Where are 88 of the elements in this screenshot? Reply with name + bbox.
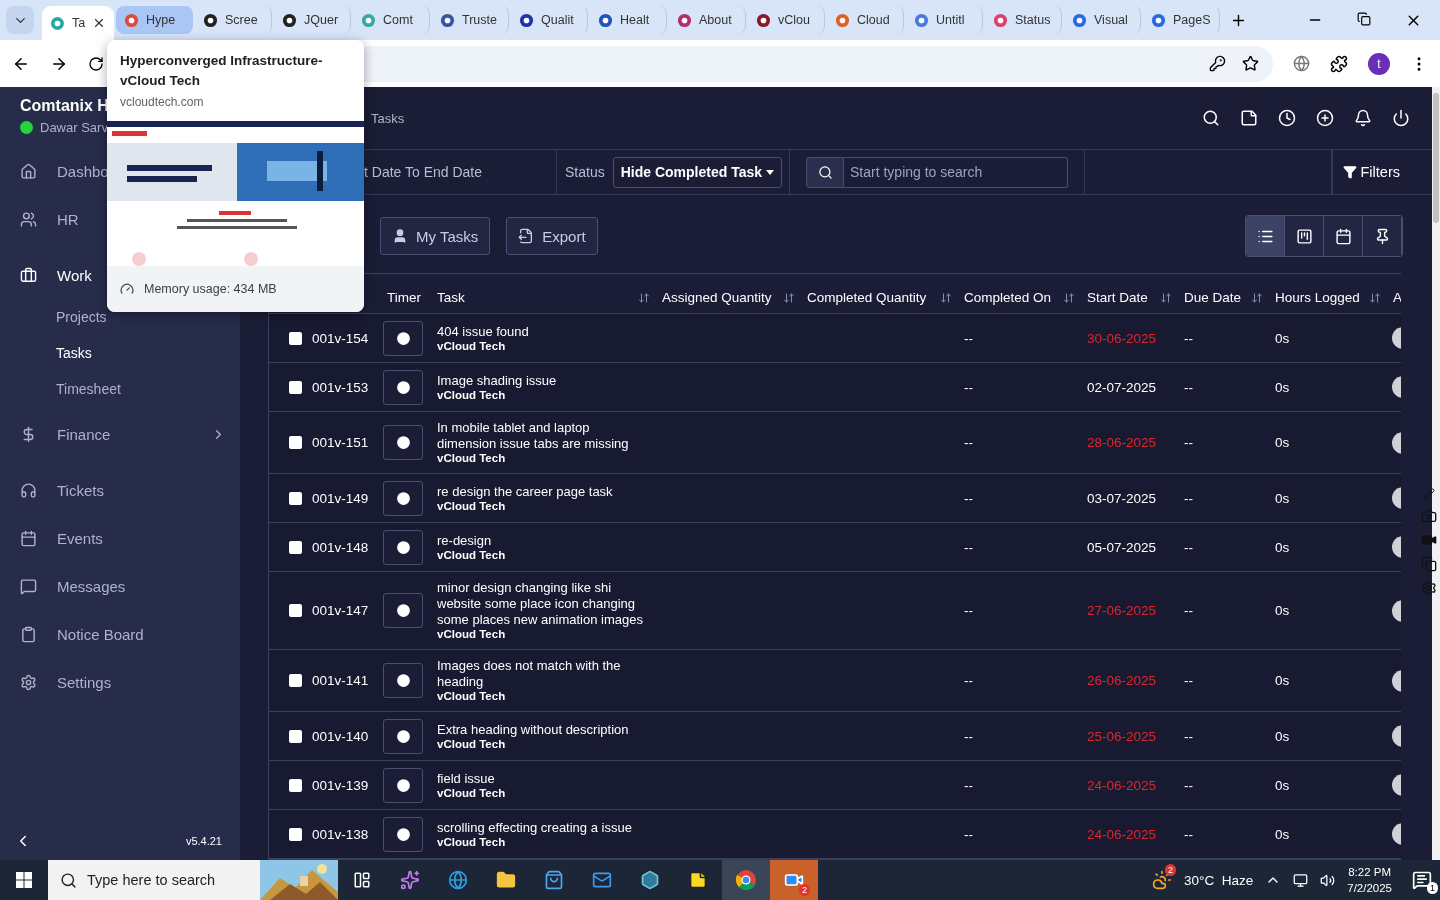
completed-on: -- (963, 379, 974, 395)
clock-date: 7/2/2025 (1347, 881, 1392, 896)
completed-on: -- (963, 539, 974, 555)
due-date: -- (1183, 728, 1194, 744)
start-date: 30-06-2025 (1086, 330, 1158, 346)
client-name: vCloud Tech (437, 690, 507, 703)
completed-on: -- (963, 728, 974, 744)
preview-title: Hyperconverged Infrastructure-vCloud Tech (119, 52, 324, 90)
tab-title: About (699, 13, 733, 27)
start-date: 03-07-2025 (1086, 490, 1158, 506)
due-date: -- (1183, 673, 1194, 688)
due-date: -- (1183, 539, 1194, 555)
hours-logged: 0s (1274, 330, 1291, 346)
due-date: -- (1183, 490, 1194, 506)
client-name: vCloud Tech (437, 339, 507, 353)
badge: 2 (799, 884, 810, 896)
hours-logged: 0s (1274, 539, 1291, 555)
completed-on: -- (963, 777, 974, 793)
client-name: vCloud Tech (437, 548, 507, 562)
task-id: 001v-154 (311, 330, 370, 346)
hours-logged: 0s (1274, 777, 1291, 793)
tab-title: JQuer (304, 13, 340, 27)
breadcrumb: Tasks (371, 110, 405, 126)
tab-title: Cloud (857, 13, 891, 27)
task-id: 001v-139 (311, 777, 370, 793)
task-id: 001v-151 (311, 435, 370, 450)
hours-logged: 0s (1274, 435, 1291, 450)
completed-on: -- (963, 330, 974, 346)
task-id: 001v-153 (311, 379, 370, 395)
hours-logged: 0s (1274, 673, 1291, 688)
start-date: 26-06-2025 (1086, 673, 1158, 688)
due-date: -- (1183, 603, 1194, 618)
status-label: Status (565, 164, 605, 180)
start-date: 25-06-2025 (1086, 728, 1158, 744)
start-date: 02-07-2025 (1086, 379, 1158, 395)
start-date: 24-06-2025 (1086, 826, 1158, 842)
hours-logged: 0s (1274, 826, 1291, 842)
tab-title: Visual (1094, 13, 1129, 27)
start-date: 27-06-2025 (1086, 603, 1158, 618)
client-name: vCloud Tech (437, 499, 507, 513)
tab-title: Hype (146, 13, 177, 27)
due-date: -- (1183, 777, 1194, 793)
tab-title: Scree (225, 13, 259, 27)
start-date: 28-06-2025 (1086, 435, 1158, 450)
start-date: 05-07-2025 (1086, 539, 1158, 555)
memory-usage: Memory usage: 434 MB (144, 282, 277, 296)
tab-title: Comt (383, 13, 414, 27)
tab-title: Healt (620, 13, 651, 27)
client-name: vCloud Tech (437, 786, 507, 800)
completed-on: -- (963, 490, 974, 506)
version-label: v5.4.21 (185, 835, 222, 847)
hours-logged: 0s (1274, 490, 1291, 506)
client-name: vCloud Tech (437, 452, 507, 465)
completed-on: -- (963, 435, 974, 450)
hours-logged: 0s (1274, 728, 1291, 744)
hours-logged: 0s (1274, 603, 1291, 618)
user-name: Dawar Sarv (40, 120, 108, 135)
badge: 1 (1427, 882, 1438, 894)
completed-on: -- (963, 673, 974, 688)
task-id: 001v-148 (311, 539, 370, 555)
completed-on: -- (963, 603, 974, 618)
completed-on: -- (963, 826, 974, 842)
badge: 2 (1165, 864, 1177, 876)
task-id: 001v-140 (311, 728, 370, 744)
client-name: vCloud Tech (437, 737, 507, 751)
preview-domain: vcloudtech.com (119, 94, 205, 111)
task-id: 001v-141 (311, 673, 370, 688)
due-date: -- (1183, 330, 1194, 346)
clock-time: 8:22 PM (1348, 865, 1392, 880)
task-id: 001v-149 (311, 490, 370, 506)
task-id: 001v-138 (311, 826, 370, 842)
due-date: -- (1183, 826, 1194, 842)
weather-text: 30°C Haze (1184, 872, 1254, 888)
hours-logged: 0s (1274, 379, 1291, 395)
tab-title: Truste (462, 13, 498, 27)
due-date: -- (1183, 379, 1194, 395)
tab-title: Untitl (936, 13, 966, 27)
tab-title: PageS (1173, 13, 1211, 27)
tab-title: vClou (778, 13, 811, 27)
client-name: vCloud Tech (437, 835, 507, 849)
task-id: 001v-147 (311, 603, 370, 618)
tab-title: Ta (71, 16, 86, 30)
tab-title: Qualit (541, 13, 575, 27)
client-name: vCloud Tech (437, 388, 507, 402)
due-date: -- (1183, 435, 1194, 450)
start-date: 24-06-2025 (1086, 777, 1158, 793)
tab-title: Status (1015, 13, 1052, 27)
client-name: vCloud Tech (437, 628, 507, 641)
